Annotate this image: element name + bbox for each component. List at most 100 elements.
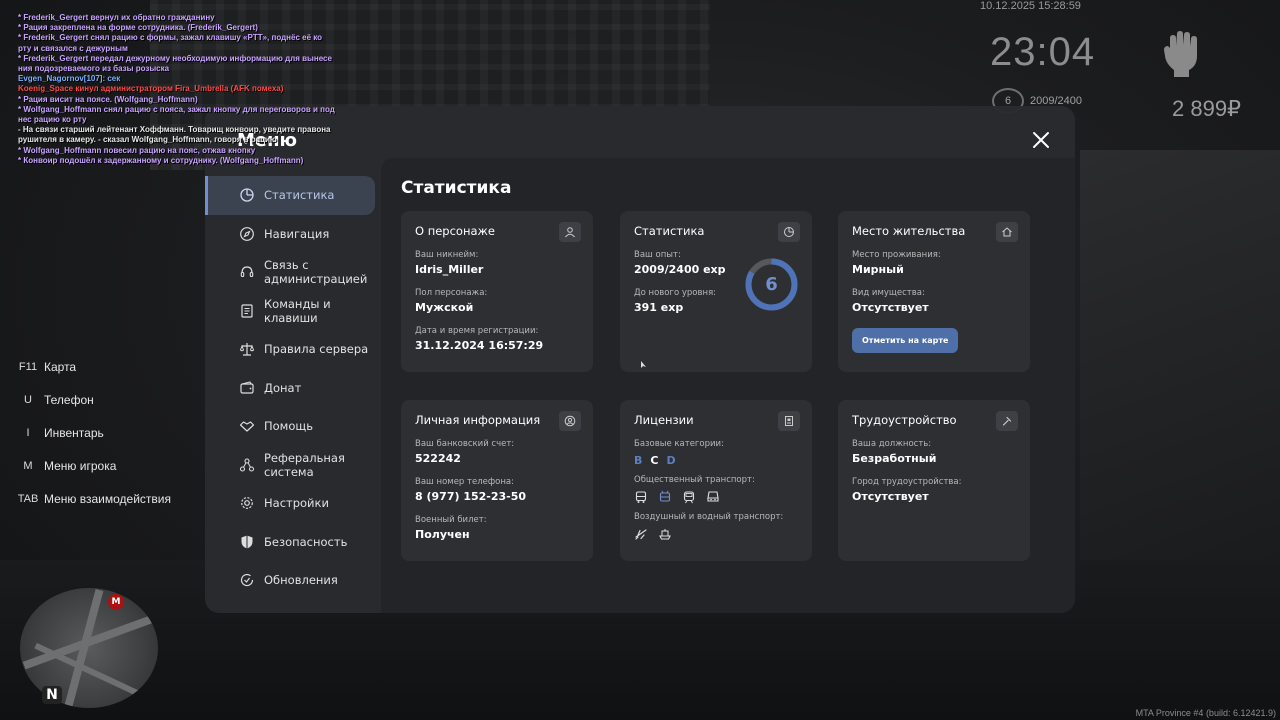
field-label: Место проживания: — [852, 250, 941, 260]
field-label: Вид имущества: — [852, 288, 925, 298]
field-label: Ваш номер телефона: — [415, 477, 514, 487]
hotkey-row: F11 Карта — [12, 350, 171, 383]
metro-marker-icon: M — [108, 594, 124, 610]
employment-card: Трудоустройство Ваша должность: Безработ… — [838, 400, 1030, 561]
nav-item-pie-chart[interactable]: Статистика — [205, 176, 375, 215]
field-label: Дата и время регистрации: — [415, 326, 539, 336]
nav-item-shield[interactable]: Безопасность — [205, 523, 380, 562]
nav-item-label: Обновления — [264, 573, 338, 588]
phone-value: 8 (977) 152-23-50 — [415, 490, 527, 503]
chat-line: нес рацию ко рту — [18, 115, 87, 125]
hud-date: 10.12.2025 15:28:59 — [980, 0, 1081, 12]
mark-on-map-button[interactable]: Отметить на карте — [852, 328, 959, 353]
wallet-icon — [239, 380, 255, 396]
hud-money: 2 899₽ — [1172, 96, 1242, 121]
minimap — [20, 588, 158, 708]
property-value: Отсутствует — [852, 301, 929, 314]
scales-icon — [239, 341, 255, 357]
hotkey-label: Меню игрока — [44, 458, 117, 473]
hotkey-list: F11 Карта U Телефон I Инвентарь M Меню игрока TA… — [12, 350, 171, 515]
field-label: Общественный транспорт: — [634, 475, 755, 485]
chat-line: * Frederik_Gergert передал дежурному нео… — [18, 53, 332, 63]
nav-item-label: Донат — [264, 380, 302, 395]
card-title: Лицензии — [634, 413, 694, 427]
hotkey-row: U Телефон — [12, 383, 171, 416]
menu-sidebar: Статистика Навигация Связь с администрацие… — [205, 176, 380, 600]
hotkey-key: F11 — [18, 360, 38, 373]
stats-content: Статистика О персонаже Ваш никнейм: Idri… — [381, 158, 1075, 613]
nav-item-wallet[interactable]: Донат — [205, 369, 380, 408]
handshake-icon — [239, 418, 255, 434]
chat-line: Evgen_Nagornov[107]: сек — [18, 74, 121, 84]
player-menu-window: Меню Статистика Навигация Связь с админист… — [205, 106, 1075, 613]
field-label: Пол персонажа: — [415, 288, 488, 298]
nav-item-label: Реферальная система — [264, 450, 345, 479]
nav-item-referral[interactable]: Реферальная система — [205, 446, 380, 485]
nav-item-handshake[interactable]: Помощь — [205, 407, 380, 446]
gear-icon — [239, 495, 255, 511]
field-label: Военный билет: — [415, 515, 487, 525]
nav-item-label: Команды и клавиши — [264, 296, 331, 325]
fist-icon — [1160, 30, 1204, 78]
hotkey-key: U — [24, 393, 32, 406]
nav-item-document[interactable]: Команды и клавиши — [205, 292, 380, 331]
residence-card: Место жительства Место проживания: Мирны… — [838, 211, 1030, 372]
nav-item-headset[interactable]: Связь с администрацией — [205, 253, 380, 292]
nickname-value: Idris_Miller — [415, 263, 484, 276]
build-info: MTA Province #4 (build: 6.12421.9) — [1135, 708, 1276, 718]
mouse-cursor-icon — [641, 361, 646, 368]
chat-line: * Wolfgang_Hoffmann повесил рацию на поя… — [18, 145, 256, 155]
profile-icon — [559, 411, 581, 431]
boat-icon — [659, 529, 671, 540]
chat-line: * Frederik_Gergert вернул их обратно гра… — [18, 13, 215, 22]
card-title: Трудоустройство — [852, 413, 957, 427]
shield-icon — [239, 534, 255, 550]
nav-item-label: Статистика — [264, 188, 335, 203]
job-position-value: Безработный — [852, 452, 937, 465]
nav-item-label: Настройки — [264, 496, 329, 511]
hotkey-label: Инвентарь — [44, 425, 104, 440]
pie-chart-icon — [239, 187, 255, 203]
nav-item-label: Навигация — [264, 226, 330, 241]
category-d: D — [666, 454, 676, 467]
hotkey-row: M Меню игрока — [12, 449, 171, 482]
registration-value: 31.12.2024 16:57:29 — [415, 339, 544, 352]
card-title: Статистика — [634, 224, 705, 238]
nav-item-update[interactable]: Обновления — [205, 561, 380, 600]
hotkey-label: Телефон — [44, 392, 94, 407]
character-card: О персонаже Ваш никнейм: Idris_Miller По… — [401, 211, 593, 372]
public-transport-icons — [634, 490, 798, 504]
experience-card: Статистика Ваш опыт: 2009/2400 exp До но… — [620, 211, 812, 372]
chat-line: - На связи старший лейтенант Хоффманн. Т… — [18, 125, 331, 135]
hotkey-row: I Инвентарь — [12, 416, 171, 449]
license-icon — [778, 411, 800, 431]
hotkey-key: I — [26, 426, 30, 439]
field-label: Ваш банковский счет: — [415, 439, 515, 449]
home-icon — [996, 222, 1018, 242]
hotkey-label: Карта — [44, 359, 77, 374]
license-categories: B C D — [634, 454, 798, 467]
tram-icon — [683, 491, 695, 504]
card-title: Место жительства — [852, 224, 966, 238]
trolleybus-icon — [659, 490, 671, 502]
nav-item-compass[interactable]: Навигация — [205, 215, 380, 254]
job-city-value: Отсутствует — [852, 490, 929, 503]
update-icon — [239, 572, 255, 588]
nav-item-gear[interactable]: Настройки — [205, 484, 380, 523]
train-icon — [707, 491, 719, 502]
chat-line: Koenig_Space кинул администратором Fira_… — [18, 84, 284, 94]
category-c: C — [650, 454, 659, 467]
bus-icon — [635, 491, 647, 503]
close-button[interactable] — [1031, 130, 1051, 150]
nav-item-label: Связь с администрацией — [264, 258, 368, 287]
chat-line: ния подозреваемого из базы розыска — [18, 64, 170, 74]
gender-value: Мужской — [415, 301, 474, 314]
card-title: О персонаже — [415, 224, 495, 238]
card-title: Личная информация — [415, 413, 541, 427]
category-b: B — [634, 454, 643, 467]
military-id-value: Получен — [415, 528, 470, 541]
nav-item-scales[interactable]: Правила сервера — [205, 330, 380, 369]
hammer-icon — [996, 411, 1018, 431]
hotkey-label: Меню взаимодействия — [44, 491, 171, 506]
residence-value: Мирный — [852, 263, 904, 276]
